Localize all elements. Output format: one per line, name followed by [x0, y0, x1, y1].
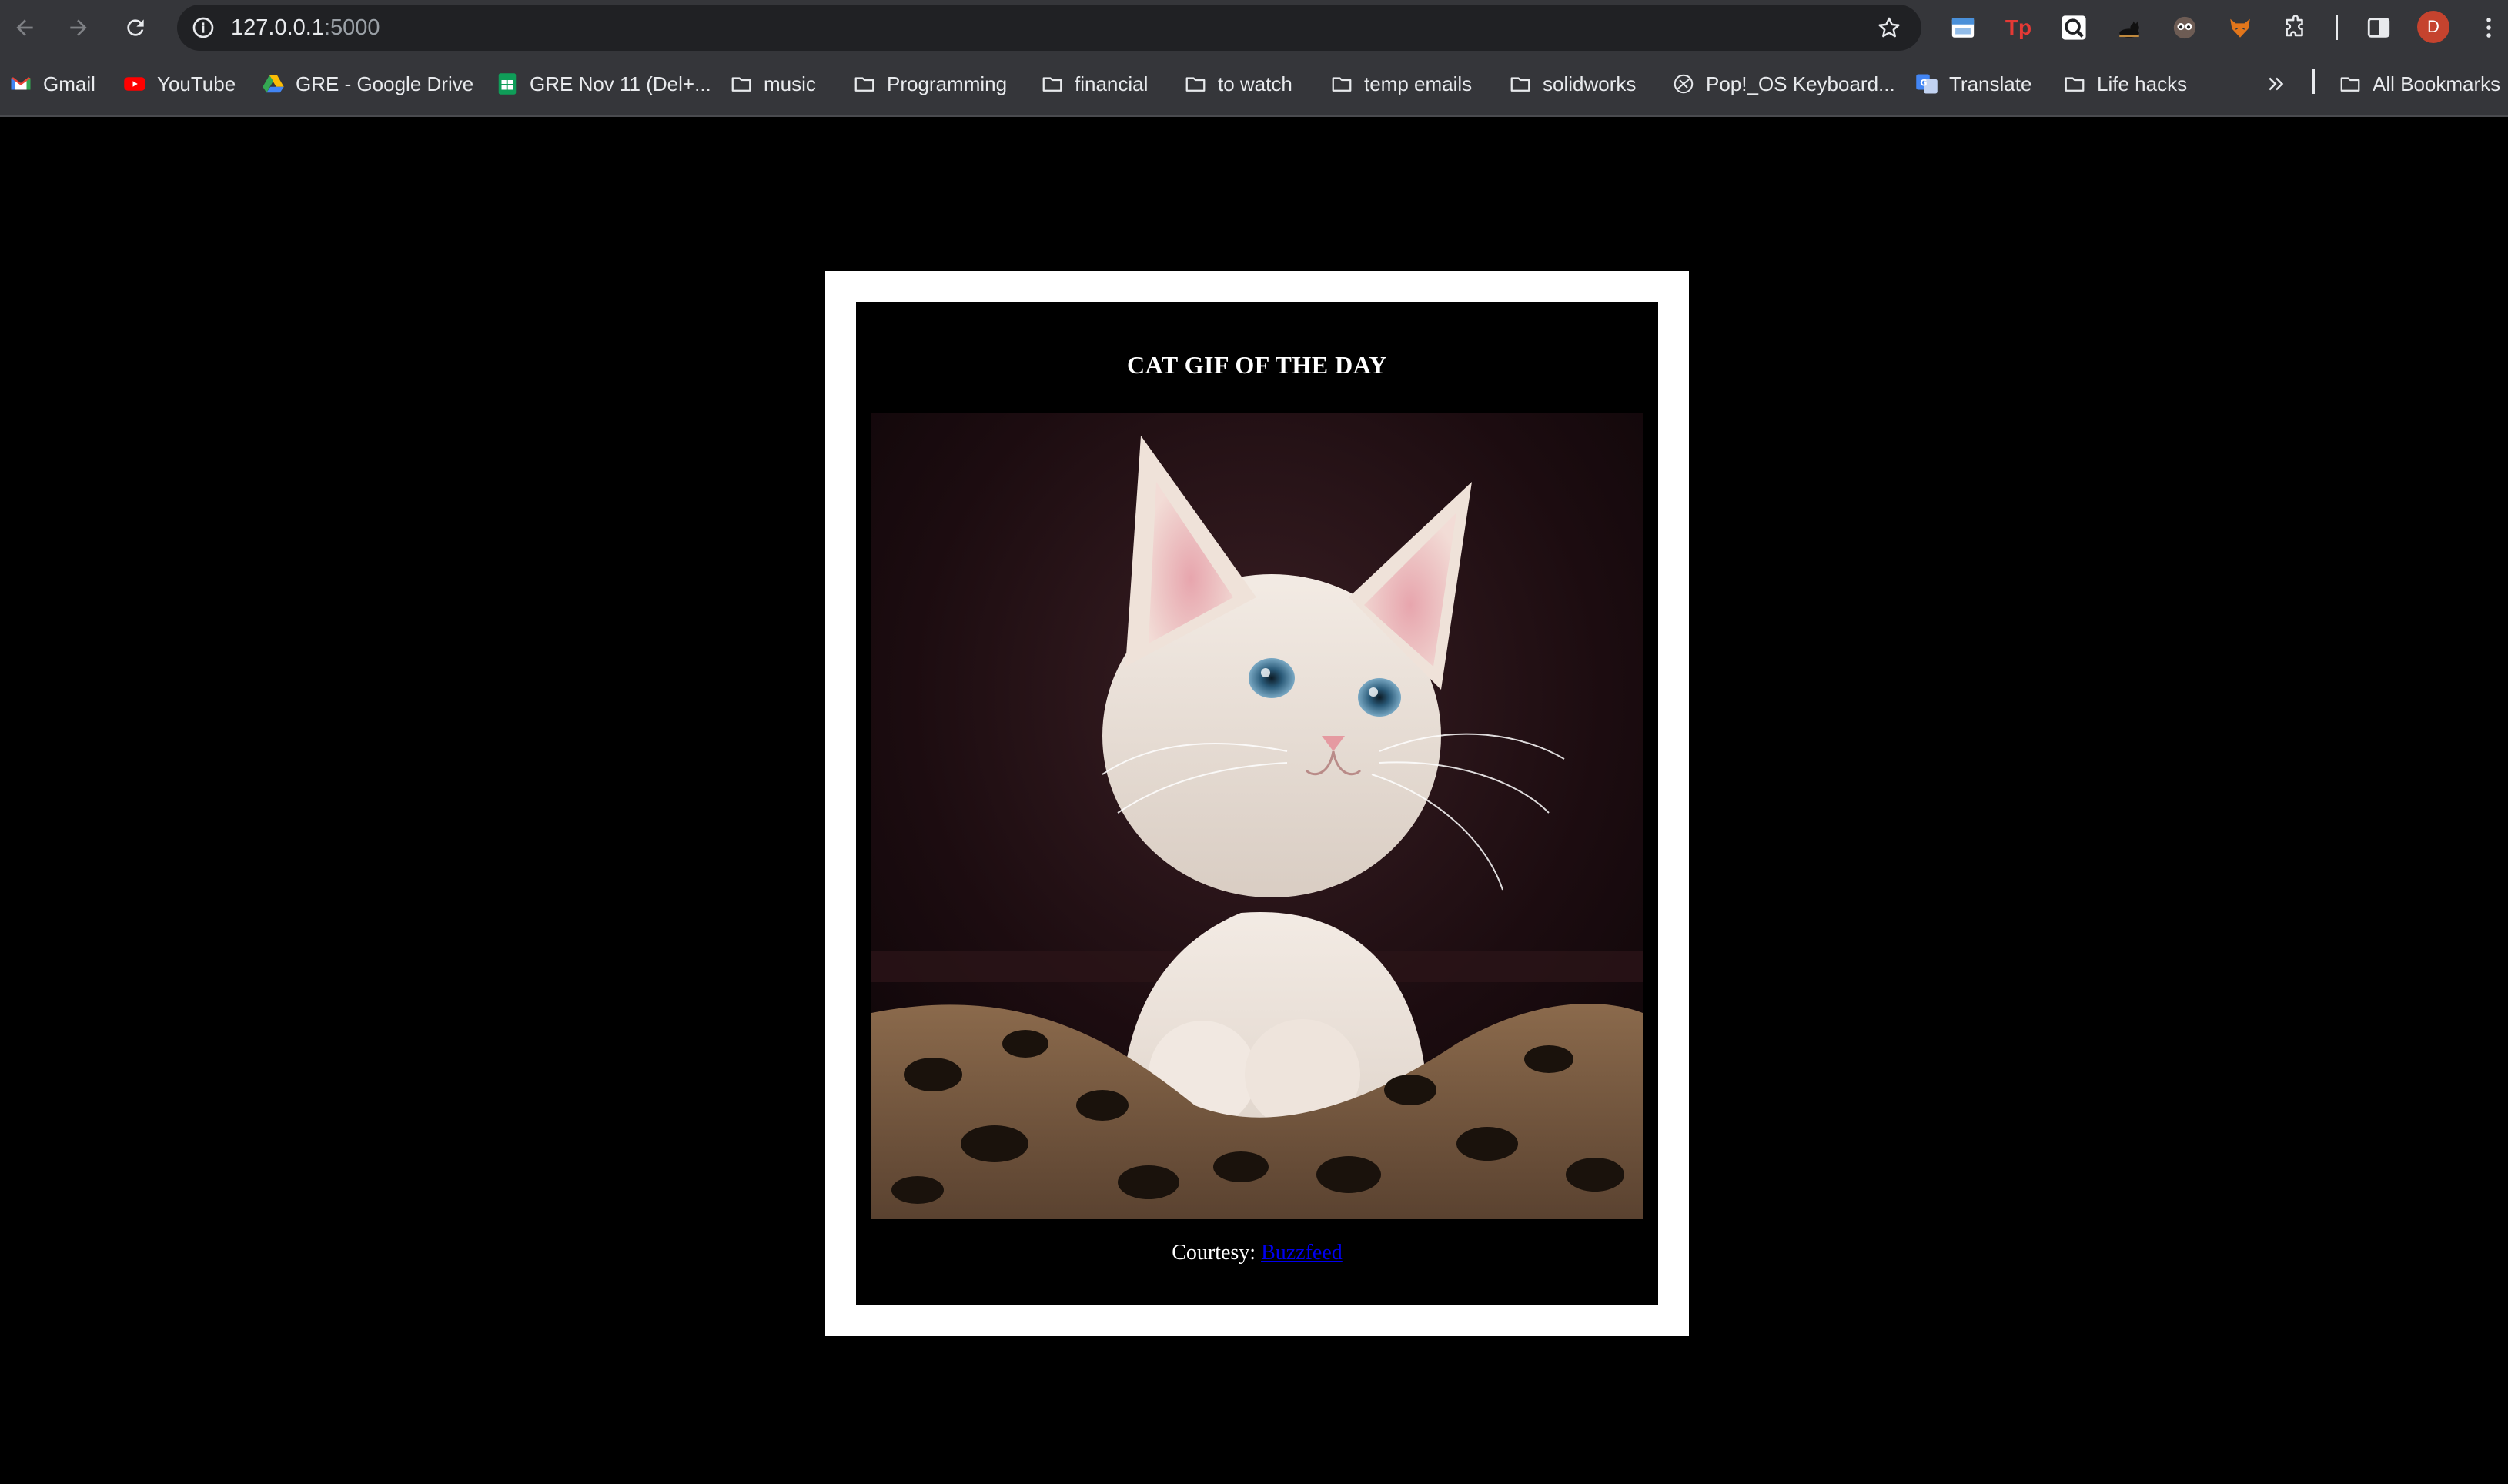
bookmark-label: GRE - Google Drive [296, 72, 474, 95]
bookmark-folder-music[interactable]: music [730, 66, 816, 102]
bookmark-translate[interactable]: G Translate [1915, 66, 2031, 102]
bookmarks-bar: Gmail YouTube GRE - Google Drive GRE Nov… [0, 63, 2508, 105]
bookmark-label: Gmail [43, 72, 95, 95]
cat-card: CAT GIF OF THE DAY Courtesy: Buzzfeed [856, 302, 1658, 1305]
bookmark-label: YouTube [157, 72, 236, 95]
bookmark-folder-financial[interactable]: financial [1041, 66, 1148, 102]
bookmark-folder-to-watch[interactable]: to watch [1184, 66, 1292, 102]
bookmark-folder-temp-emails[interactable]: temp emails [1330, 66, 1472, 102]
profile-avatar[interactable]: D [2417, 11, 2449, 43]
bookmark-label: GRE Nov 11 (Del+... [530, 72, 711, 95]
cat-extension-icon[interactable] [2112, 11, 2146, 45]
url-host: 127.0.0.1 [231, 15, 324, 40]
browser-toolbar: 127.0.0.1:5000 Tp D [0, 0, 2508, 55]
tp-extension-icon[interactable]: Tp [2001, 11, 2035, 45]
bookmark-label: Life hacks [2097, 72, 2188, 95]
translate-icon: G [1915, 72, 1938, 95]
folder-icon [1509, 72, 1532, 95]
eyes-extension-icon[interactable] [2168, 11, 2202, 45]
chevron-double-right-icon [2265, 72, 2288, 95]
google-drive-icon [262, 72, 285, 95]
address-bar[interactable]: 127.0.0.1:5000 [177, 5, 1921, 51]
bookmark-label: Translate [1949, 72, 2032, 95]
bookmark-folder-solidworks[interactable]: solidworks [1509, 66, 1636, 102]
gmail-icon [9, 72, 32, 95]
bookmark-gre-drive[interactable]: GRE - Google Drive [262, 66, 473, 102]
bookmark-folder-programming[interactable]: Programming [853, 66, 1007, 102]
bookmark-popos-keyboard[interactable]: Pop!_OS Keyboard... [1672, 66, 1895, 102]
bookmark-label: Pop!_OS Keyboard... [1706, 72, 1895, 95]
toolbar-divider [2336, 15, 2338, 40]
bookmark-label: temp emails [1364, 72, 1473, 95]
courtesy-prefix: Courtesy: [1172, 1241, 1256, 1265]
browser-menu-icon[interactable] [2477, 11, 2500, 45]
side-panel-icon[interactable] [2362, 11, 2396, 45]
fox-extension-icon[interactable] [2223, 11, 2257, 45]
cat-image [871, 413, 1643, 1219]
bookmark-folder-life-hacks[interactable]: Life hacks [2063, 66, 2187, 102]
bookmark-star-icon[interactable] [1875, 14, 1903, 42]
avatar-initial: D [2427, 17, 2439, 36]
bookmark-label: to watch [1218, 72, 1292, 95]
all-bookmarks-button[interactable]: All Bookmarks [2339, 66, 2500, 102]
bookmarks-overflow-button[interactable] [2265, 66, 2299, 102]
bookmark-label: music [764, 72, 816, 95]
bookmark-label: financial [1075, 72, 1149, 95]
keyboard-site-icon [1672, 72, 1695, 95]
folder-icon [730, 72, 753, 95]
arrow-left-icon [16, 19, 33, 36]
folder-icon [2339, 72, 2362, 95]
folder-icon [2063, 72, 2086, 95]
youtube-icon [123, 72, 146, 95]
page-viewport: CAT GIF OF THE DAY Courtesy: Buzzfeed [0, 117, 2508, 1484]
puzzle-extensions-icon[interactable] [2279, 11, 2312, 45]
bookmark-gmail[interactable]: Gmail [9, 66, 95, 102]
google-sheets-icon [496, 72, 519, 95]
bookmarks-divider [2312, 69, 2315, 94]
page-title: CAT GIF OF THE DAY [1127, 351, 1387, 379]
bookmark-label: solidworks [1543, 72, 1637, 95]
svg-text:G: G [1920, 79, 1927, 89]
back-button[interactable] [8, 11, 42, 45]
all-bookmarks-label: All Bookmarks [2373, 72, 2501, 95]
url-port: :5000 [323, 15, 380, 40]
forward-button[interactable] [62, 11, 95, 45]
cat-card-frame: CAT GIF OF THE DAY Courtesy: Buzzfeed [825, 271, 1689, 1336]
browser-chrome: 127.0.0.1:5000 Tp D Gmail YouTube GRE - … [0, 0, 2508, 117]
reload-icon [127, 19, 144, 36]
folder-icon [1184, 72, 1207, 95]
calendar-extension-icon[interactable] [1946, 11, 1980, 45]
folder-icon [1330, 72, 1353, 95]
bookmark-label: Programming [887, 72, 1008, 95]
bookmark-youtube[interactable]: YouTube [123, 66, 236, 102]
courtesy-line: Courtesy: Buzzfeed [856, 1241, 1658, 1265]
arrow-right-icon [70, 19, 87, 36]
reload-button[interactable] [119, 11, 152, 45]
buzzfeed-link[interactable]: Buzzfeed [1261, 1241, 1343, 1265]
bookmark-gre-nov[interactable]: GRE Nov 11 (Del+... [496, 66, 711, 102]
url-text[interactable]: 127.0.0.1:5000 [231, 14, 380, 42]
kitten-picture [871, 413, 1643, 1219]
folder-icon [853, 72, 876, 95]
folder-icon [1041, 72, 1064, 95]
zoom-extension-icon[interactable] [2057, 11, 2091, 45]
site-info-icon[interactable] [189, 14, 217, 42]
